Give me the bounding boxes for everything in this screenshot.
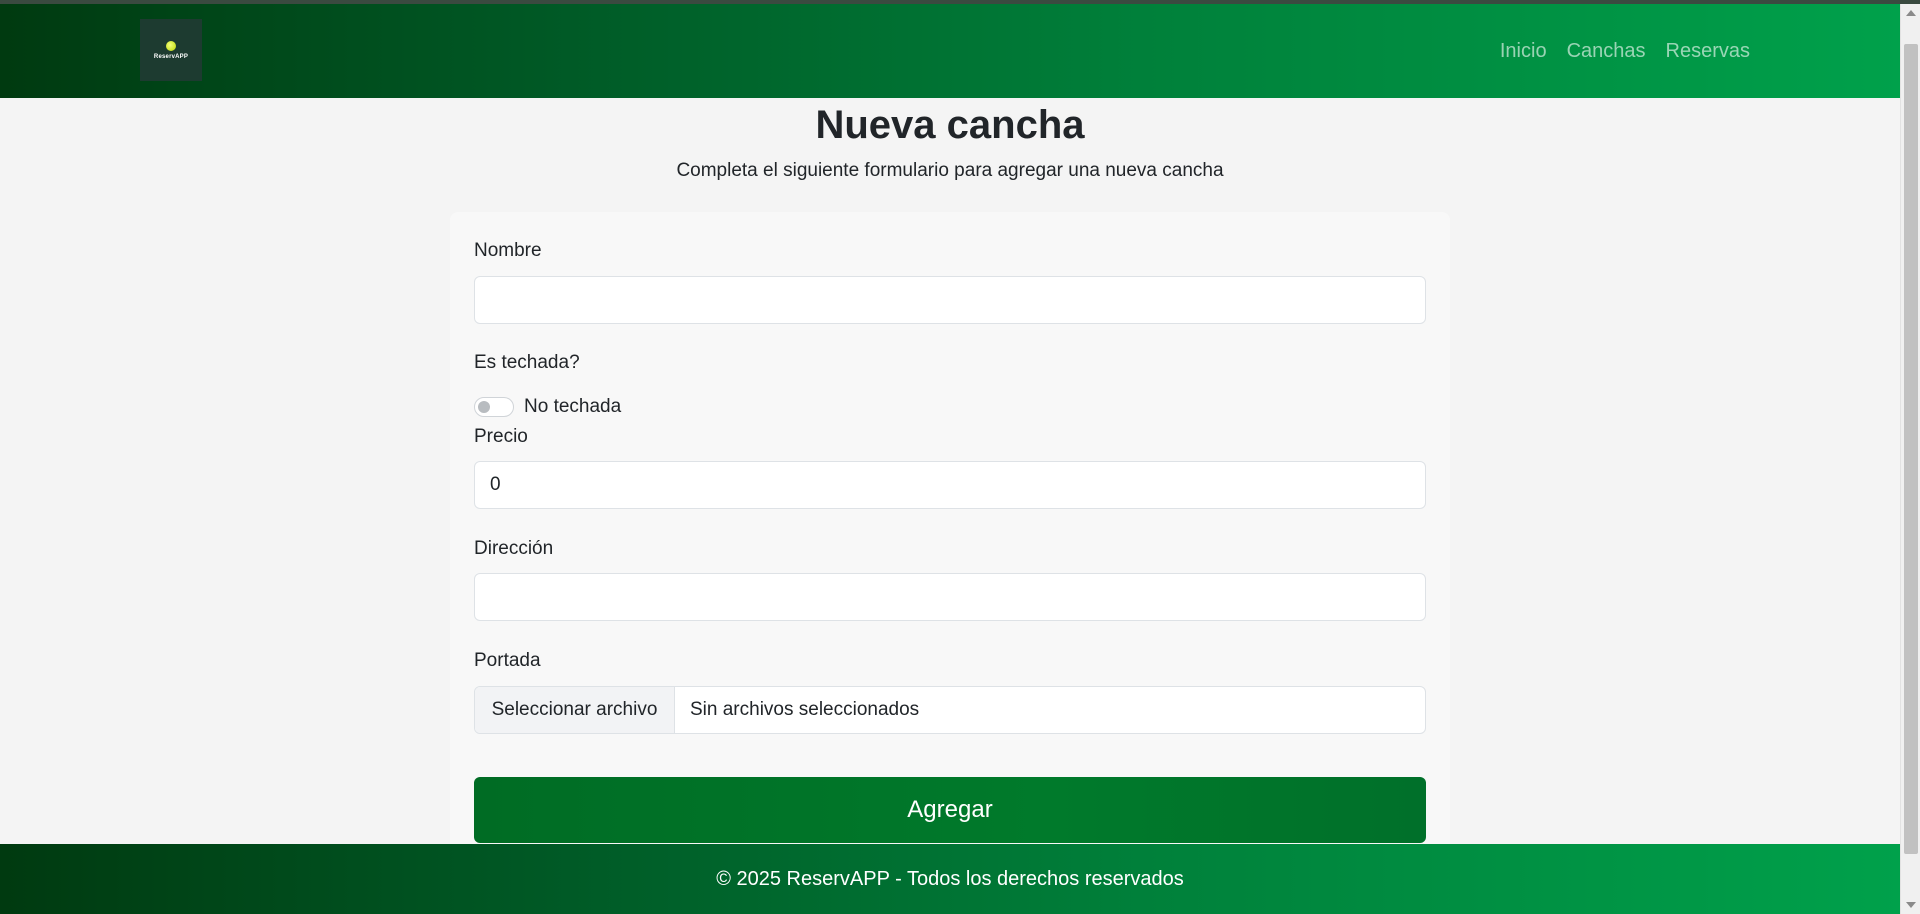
page-scrollbar[interactable] (1900, 4, 1920, 914)
techada-toggle[interactable] (474, 397, 514, 417)
footer: © 2025 ReservAPP - Todos los derechos re… (0, 844, 1900, 914)
nav-link-canchas[interactable]: Canchas (1567, 40, 1646, 63)
navbar: ReservAPP Inicio Canchas Reservas (0, 4, 1900, 98)
precio-label: Precio (474, 426, 528, 447)
nombre-input[interactable] (474, 276, 1426, 324)
select-file-button[interactable]: Seleccionar archivo (475, 687, 675, 733)
page-subtitle: Completa el siguiente formulario para ag… (676, 160, 1224, 181)
ball-icon (166, 40, 176, 51)
logo-text: ReservAPP (153, 53, 189, 60)
brand-logo[interactable]: ReservAPP (140, 19, 202, 81)
scroll-down-arrow-icon[interactable] (1906, 902, 1916, 908)
techada-toggle-text: No techada (524, 396, 622, 417)
techada-toggle-row: No techada (474, 392, 621, 422)
agregar-button[interactable]: Agregar (474, 777, 1426, 843)
new-court-form: Nombre Es techada? No techada Precio Dir… (450, 212, 1450, 852)
toggle-knob (478, 401, 490, 413)
page-title: Nueva cancha (815, 103, 1085, 147)
scroll-thumb[interactable] (1904, 44, 1918, 854)
nav-links: Inicio Canchas Reservas (1500, 4, 1750, 98)
footer-text: © 2025 ReservAPP - Todos los derechos re… (716, 867, 1184, 890)
nav-link-reservas[interactable]: Reservas (1666, 40, 1750, 63)
precio-input[interactable] (474, 461, 1426, 509)
portada-label: Portada (474, 650, 541, 671)
portada-file-input[interactable]: Seleccionar archivo Sin archivos selecci… (474, 686, 1426, 734)
scroll-up-arrow-icon[interactable] (1906, 10, 1916, 16)
nombre-label: Nombre (474, 240, 542, 261)
techada-label: Es techada? (474, 352, 580, 373)
direccion-input[interactable] (474, 573, 1426, 621)
nav-link-inicio[interactable]: Inicio (1500, 40, 1547, 63)
file-status-text: Sin archivos seleccionados (690, 699, 920, 720)
direccion-label: Dirección (474, 538, 554, 559)
